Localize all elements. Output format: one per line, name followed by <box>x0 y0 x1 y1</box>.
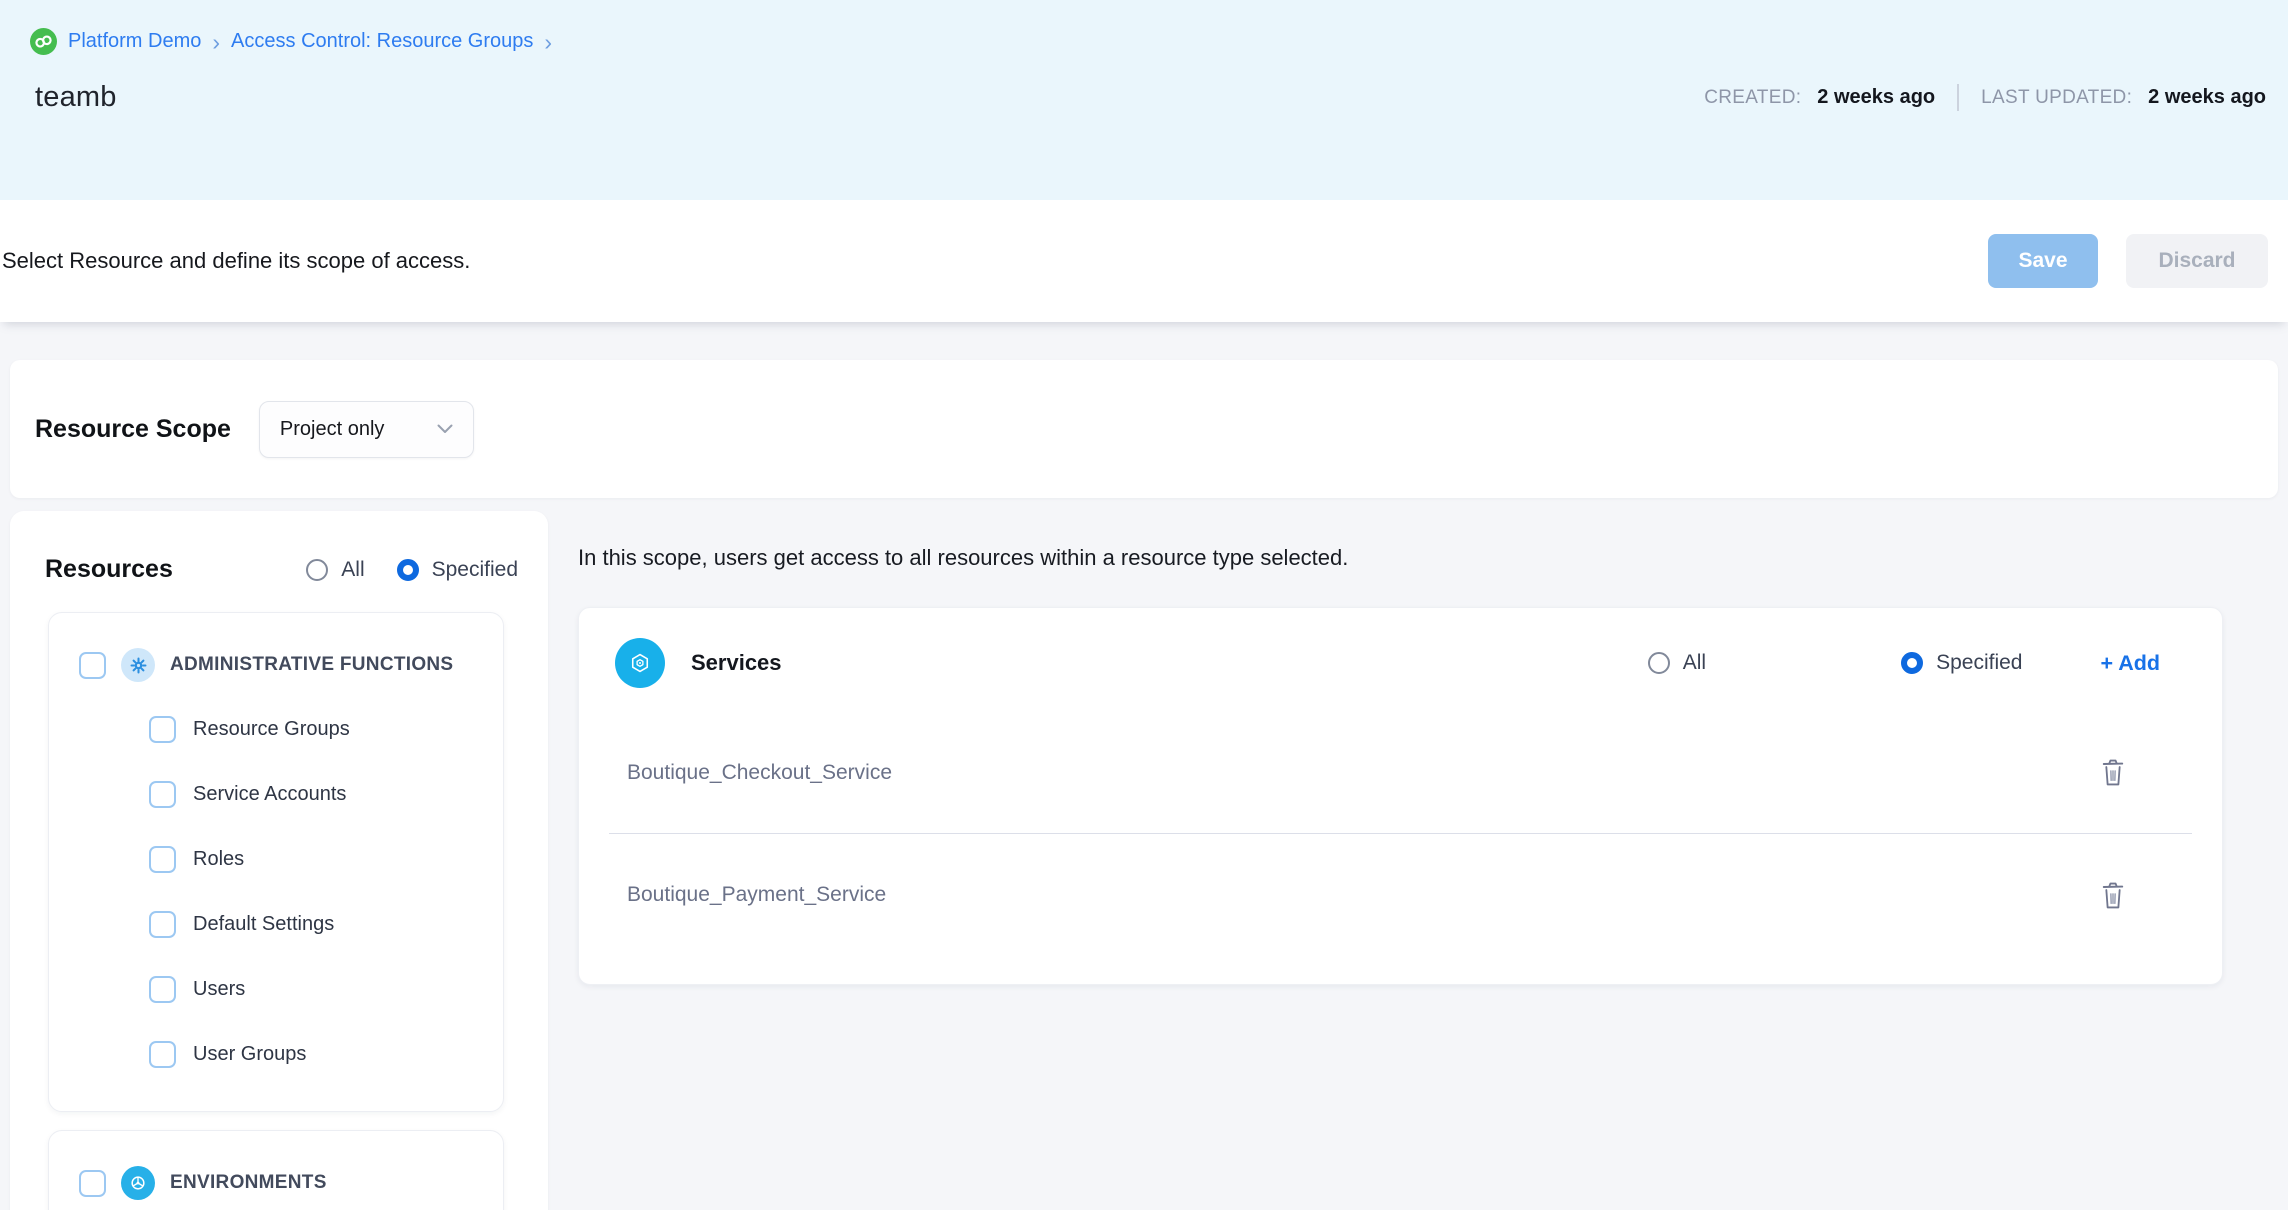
discard-button[interactable]: Discard <box>2126 234 2268 288</box>
resources-radio-specified[interactable]: Specified <box>397 558 518 582</box>
resources-panel: Resources All Specified <box>10 511 548 1210</box>
service-name: Boutique_Payment_Service <box>627 883 2098 907</box>
delete-service-button[interactable] <box>2098 756 2128 789</box>
platform-logo-icon <box>30 28 57 55</box>
item-label: Service Accounts <box>193 783 346 806</box>
resource-item-roles: Roles <box>49 827 503 892</box>
resource-group-card-administrative-functions: ADMINISTRATIVE FUNCTIONS Resource Groups… <box>48 612 504 1112</box>
chevron-down-icon <box>437 424 453 434</box>
resource-scope-dropdown[interactable]: Project only <box>259 401 474 458</box>
item-label: Resource Groups <box>193 718 350 741</box>
radio-specified-label: Specified <box>1936 651 2022 675</box>
resource-scope-label: Resource Scope <box>35 415 231 444</box>
action-bar: Select Resource and define its scope of … <box>0 200 2288 322</box>
trash-icon <box>2100 881 2126 910</box>
service-row: Boutique_Payment_Service <box>609 834 2192 956</box>
resource-item-users: Users <box>49 957 503 1022</box>
save-button[interactable]: Save <box>1988 234 2098 288</box>
group-name: ENVIRONMENTS <box>170 1172 327 1194</box>
page-title: teamb <box>35 81 117 114</box>
item-label: Default Settings <box>193 913 334 936</box>
resource-item-service-accounts: Service Accounts <box>49 762 503 827</box>
scope-description: In this scope, users get access to all r… <box>578 545 2278 571</box>
service-name: Boutique_Checkout_Service <box>627 761 2098 785</box>
breadcrumb-chevron-icon: › <box>544 32 552 52</box>
radio-circle-selected[interactable] <box>397 559 419 581</box>
resource-scope-panel: Resource Scope Project only <box>10 360 2278 498</box>
radio-circle-unselected[interactable] <box>1648 652 1670 674</box>
checkbox-resource-groups[interactable] <box>149 716 176 743</box>
checkbox-administrative-functions[interactable] <box>79 652 106 679</box>
checkbox-users[interactable] <box>149 976 176 1003</box>
checkbox-roles[interactable] <box>149 846 176 873</box>
item-label: Roles <box>193 848 244 871</box>
add-service-button[interactable]: + Add <box>2100 651 2160 676</box>
scope-detail-area: In this scope, users get access to all r… <box>578 511 2278 985</box>
environments-globe-icon <box>121 1166 155 1200</box>
action-bar-description: Select Resource and define its scope of … <box>2 248 1988 274</box>
created-value: 2 weeks ago <box>1817 86 1935 109</box>
created-label: CREATED: <box>1704 87 1801 109</box>
resource-scope-selected-value: Project only <box>280 418 385 441</box>
services-card: Services All Specified + Add Boutique_Ch… <box>578 607 2223 985</box>
breadcrumb-link-platform-demo[interactable]: Platform Demo <box>68 30 201 53</box>
services-title: Services <box>691 650 782 676</box>
page-header: Platform Demo › Access Control: Resource… <box>0 0 2288 200</box>
group-header-environments: ENVIRONMENTS <box>49 1151 503 1210</box>
meta-divider <box>1957 84 1959 111</box>
resource-group-card-environments: ENVIRONMENTS <box>48 1130 504 1210</box>
service-row: Boutique_Checkout_Service <box>609 712 2192 834</box>
trash-icon <box>2100 758 2126 787</box>
radio-all-label: All <box>1683 651 1706 675</box>
radio-specified-label: Specified <box>432 558 518 582</box>
checkbox-user-groups[interactable] <box>149 1041 176 1068</box>
admin-functions-gear-icon <box>121 648 155 682</box>
resource-item-user-groups: User Groups <box>49 1022 503 1087</box>
services-icon <box>615 638 665 688</box>
services-radio-specified[interactable]: Specified <box>1901 651 2022 675</box>
radio-circle-unselected[interactable] <box>306 559 328 581</box>
checkbox-service-accounts[interactable] <box>149 781 176 808</box>
item-label: User Groups <box>193 1043 306 1066</box>
radio-circle-selected[interactable] <box>1901 652 1923 674</box>
record-meta: CREATED: 2 weeks ago LAST UPDATED: 2 wee… <box>1704 84 2268 111</box>
breadcrumb-link-access-control[interactable]: Access Control: Resource Groups <box>231 30 533 53</box>
main-content: Resource Scope Project only Resources Al… <box>0 322 2288 1210</box>
radio-all-label: All <box>341 558 364 582</box>
breadcrumb-chevron-icon: › <box>212 32 220 52</box>
breadcrumb: Platform Demo › Access Control: Resource… <box>30 28 2268 55</box>
item-label: Users <box>193 978 245 1001</box>
group-header-administrative-functions: ADMINISTRATIVE FUNCTIONS <box>49 633 503 697</box>
resources-title: Resources <box>45 555 173 584</box>
last-updated-value: 2 weeks ago <box>2148 86 2266 109</box>
checkbox-default-settings[interactable] <box>149 911 176 938</box>
resource-item-default-settings: Default Settings <box>49 892 503 957</box>
delete-service-button[interactable] <box>2098 879 2128 912</box>
checkbox-environments[interactable] <box>79 1170 106 1197</box>
last-updated-label: LAST UPDATED: <box>1981 87 2132 109</box>
group-name: ADMINISTRATIVE FUNCTIONS <box>170 654 453 676</box>
resources-radio-all[interactable]: All <box>306 558 364 582</box>
services-radio-all[interactable]: All <box>1648 651 1706 675</box>
resource-item-resource-groups: Resource Groups <box>49 697 503 762</box>
